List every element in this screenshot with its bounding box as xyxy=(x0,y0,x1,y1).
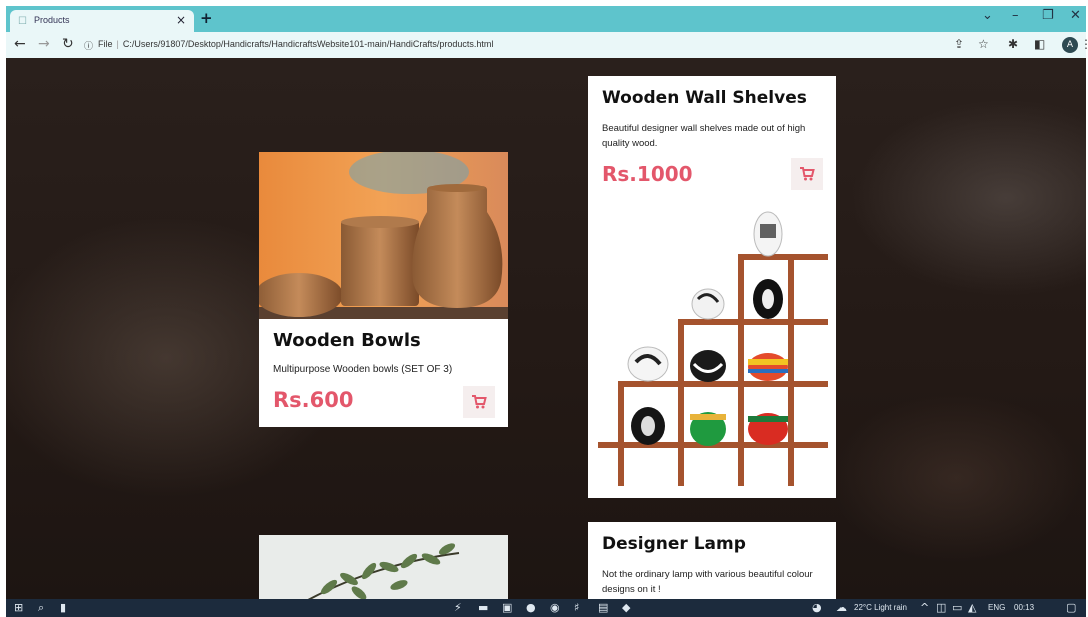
side-panel-icon[interactable]: ◧ xyxy=(1034,37,1045,51)
url-scheme: File xyxy=(98,39,113,49)
profile-avatar[interactable]: A xyxy=(1062,37,1078,53)
product-card-wooden-bowls: Wooden Bowls Multipurpose Wooden bowls (… xyxy=(259,152,508,427)
share-icon[interactable]: ⇪ xyxy=(954,37,964,51)
forward-icon[interactable]: → xyxy=(38,36,50,52)
tab-search-icon[interactable]: ⌄ xyxy=(982,8,993,23)
weather-cloud-icon[interactable]: ☁ xyxy=(836,601,847,614)
extensions-puzzle-icon[interactable]: ✱ xyxy=(1008,37,1018,51)
browser-address-bar: ← → ↻ ⓘ File | C:/Users/91807/Desktop/Hand… xyxy=(6,32,1088,58)
tab-title: Products xyxy=(34,15,70,25)
minimize-icon[interactable]: – xyxy=(1012,8,1019,23)
store-icon[interactable]: ▣ xyxy=(502,601,512,614)
wall-shelves-image xyxy=(598,211,828,486)
clock-time[interactable]: 00:13 xyxy=(1014,603,1034,612)
add-to-cart-button[interactable] xyxy=(791,158,823,190)
battery-icon[interactable]: ▭ xyxy=(952,601,962,614)
product-price: Rs.1000 xyxy=(602,162,693,186)
close-tab-icon[interactable]: × xyxy=(176,13,186,27)
search-icon[interactable]: ⌕ xyxy=(38,601,44,615)
tray-network-icon[interactable]: ◫ xyxy=(936,601,946,614)
wifi-icon[interactable]: ◭ xyxy=(968,601,976,614)
app-icon-2[interactable]: ♯ xyxy=(574,601,579,614)
product-price: Rs.600 xyxy=(273,388,354,412)
bookmark-star-icon[interactable]: ☆ xyxy=(978,37,989,51)
browser-tab-bar: ☐ Products × + ⌄ – ❐ ✕ xyxy=(6,6,1086,32)
windows-taskbar: ⊞ ⌕ ▮ ⚡ ▬ ▣ ● ◉ ♯ ▤ ◆ ◕ ☁ 22°C Light rai… xyxy=(6,599,1086,617)
product-title: Wooden Bowls xyxy=(273,330,421,351)
url-separator: | xyxy=(116,39,119,49)
product-card-leaf-decor xyxy=(259,535,508,599)
browser-tab[interactable]: ☐ Products × xyxy=(10,10,194,32)
tray-chevron-icon[interactable]: ^ xyxy=(920,601,929,614)
menu-kebab-icon[interactable]: ⋮ xyxy=(1080,37,1088,51)
product-description: Multipurpose Wooden bowls (SET OF 3) xyxy=(273,364,453,375)
product-title: Wooden Wall Shelves xyxy=(602,88,807,108)
page-favicon-icon: ☐ xyxy=(18,16,27,27)
maximize-icon[interactable]: ❐ xyxy=(1042,8,1054,23)
close-window-icon[interactable]: ✕ xyxy=(1070,8,1081,23)
product-description: Beautiful designer wall shelves made out… xyxy=(602,123,806,149)
weather-text[interactable]: 22°C Light rain xyxy=(854,603,907,612)
add-to-cart-button[interactable] xyxy=(463,386,495,418)
help-icon[interactable]: ◕ xyxy=(812,601,822,614)
leaf-wall-decor-image xyxy=(307,543,460,599)
task-view-icon[interactable]: ▮ xyxy=(60,601,66,614)
products-page: Wooden Bowls Multipurpose Wooden bowls (… xyxy=(6,58,1086,599)
product-description: Not the ordinary lamp with various beaut… xyxy=(602,569,813,595)
new-tab-icon[interactable]: + xyxy=(200,9,213,27)
chrome-icon[interactable]: ● xyxy=(526,601,536,614)
wooden-bowls-image xyxy=(259,152,508,319)
info-icon[interactable]: ⓘ xyxy=(84,39,93,52)
app-icon-4[interactable]: ◆ xyxy=(622,601,630,614)
url-field[interactable]: File | C:/Users/91807/Desktop/Handicrafts/… xyxy=(98,39,493,49)
app-icon-1[interactable]: ⚡ xyxy=(454,601,462,614)
language-indicator[interactable]: ENG xyxy=(988,603,1005,612)
url-path: C:/Users/91807/Desktop/Handicrafts/Handi… xyxy=(122,39,494,49)
whatsapp-icon[interactable]: ◉ xyxy=(550,601,560,614)
reload-icon[interactable]: ↻ xyxy=(62,36,74,52)
product-card-designer-lamp: Designer Lamp Not the ordinary lamp with… xyxy=(588,522,836,599)
product-title: Designer Lamp xyxy=(602,534,746,554)
back-icon[interactable]: ← xyxy=(14,36,26,52)
shopping-cart-icon xyxy=(800,167,815,181)
notifications-icon[interactable]: ▢ xyxy=(1066,601,1076,614)
product-card-wooden-wall-shelves: Wooden Wall Shelves Beautiful designer w… xyxy=(588,76,836,498)
shopping-cart-icon xyxy=(472,395,487,409)
app-icon-3[interactable]: ▤ xyxy=(598,601,608,614)
file-explorer-icon[interactable]: ▬ xyxy=(478,601,488,614)
windows-start-icon[interactable]: ⊞ xyxy=(14,601,23,614)
